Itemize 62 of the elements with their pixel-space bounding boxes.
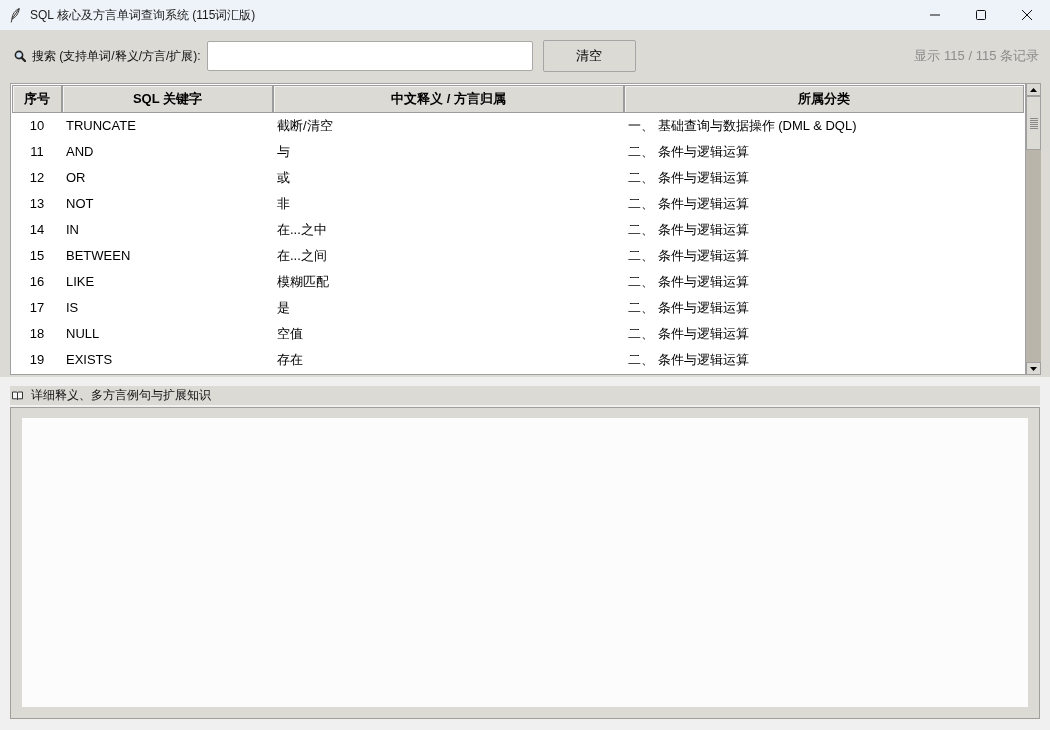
scrollbar-thumb[interactable] (1026, 96, 1041, 150)
book-icon (12, 391, 23, 400)
table-cell-text: 二、 条件与逻辑运算 (627, 351, 750, 369)
table-cell-text: 存在 (276, 351, 304, 369)
table-cell-text: LIKE (65, 273, 96, 291)
table-cell-text: IN (65, 221, 80, 239)
scroll-up-button[interactable] (1026, 83, 1041, 96)
table-cell-text: 二、 条件与逻辑运算 (627, 247, 750, 265)
search-icon (14, 50, 26, 62)
table-cell-text: OR (65, 169, 87, 187)
table-cell-text: 截断/清空 (276, 117, 334, 135)
table-cell-text: 二、 条件与逻辑运算 (627, 325, 750, 343)
table-cell-text: 是 (276, 299, 291, 317)
record-count: 显示 115 / 115 条记录 (914, 47, 1039, 65)
details-title: 详细释义、多方言例句与扩展知识 (31, 387, 211, 404)
table-cell-text: 非 (276, 195, 291, 213)
grip-lines-icon (1029, 117, 1038, 129)
column-header[interactable]: 所属分类 (624, 85, 1024, 113)
table-cell-text: 14 (28, 221, 46, 239)
table-cell-text: 二、 条件与逻辑运算 (627, 143, 750, 161)
down-arrow-icon (1030, 366, 1037, 371)
table-cell-text: 12 (28, 169, 46, 187)
table-cell-text: 与 (276, 143, 291, 161)
up-arrow-icon (1030, 87, 1037, 92)
table-cell-text: 一、 基础查询与数据操作 (DML & DQL) (627, 117, 858, 135)
table-cell-text: 二、 条件与逻辑运算 (627, 221, 750, 239)
table-cell-text: 18 (28, 325, 46, 343)
table-cell-text: 或 (276, 169, 291, 187)
search-label: 搜索 (支持单词/释义/方言/扩展): (32, 47, 201, 65)
table-cell-text: NOT (65, 195, 95, 213)
table-cell-text: 空值 (276, 325, 304, 343)
table-cell-text: 10 (28, 117, 46, 135)
column-header[interactable]: SQL 关键字 (62, 85, 273, 113)
scrollbar-track[interactable] (1026, 83, 1041, 375)
table-cell-text: 15 (28, 247, 46, 265)
table-cell-text: NULL (65, 325, 101, 343)
table-cell-text: TRUNCATE (65, 117, 137, 135)
table-cell-text: 二、 条件与逻辑运算 (627, 195, 750, 213)
column-header[interactable]: 序号 (12, 85, 62, 113)
table-cell-text: EXISTS (65, 351, 114, 369)
table-cell-text: 19 (28, 351, 46, 369)
window-title: SQL 核心及方言单词查询系统 (115词汇版) (30, 6, 256, 24)
table-cell-text: 在...之中 (276, 221, 328, 239)
column-header[interactable]: 中文释义 / 方言归属 (273, 85, 624, 113)
feather-icon (10, 7, 20, 23)
close-icon (1022, 10, 1032, 20)
clear-button[interactable]: 清空 (542, 40, 636, 72)
table-cell-text: 17 (28, 299, 46, 317)
table-cell-text: 16 (28, 273, 46, 291)
maximize-icon (976, 10, 986, 20)
table-cell-text: 二、 条件与逻辑运算 (627, 299, 750, 317)
scroll-down-button[interactable] (1026, 362, 1041, 375)
table-cell-text: 11 (29, 143, 45, 161)
table-cell-text: IS (65, 299, 80, 317)
table-cell-text: AND (65, 143, 95, 161)
table-cell-text: 模糊匹配 (276, 273, 330, 291)
table-cell-text: 二、 条件与逻辑运算 (627, 169, 750, 187)
table-cell-text: 13 (28, 195, 46, 213)
table-cell-text: BETWEEN (65, 247, 132, 265)
search-field[interactable] (206, 41, 533, 71)
table-cell-text: 在...之间 (276, 247, 328, 265)
table-cell-text: 二、 条件与逻辑运算 (627, 273, 750, 291)
